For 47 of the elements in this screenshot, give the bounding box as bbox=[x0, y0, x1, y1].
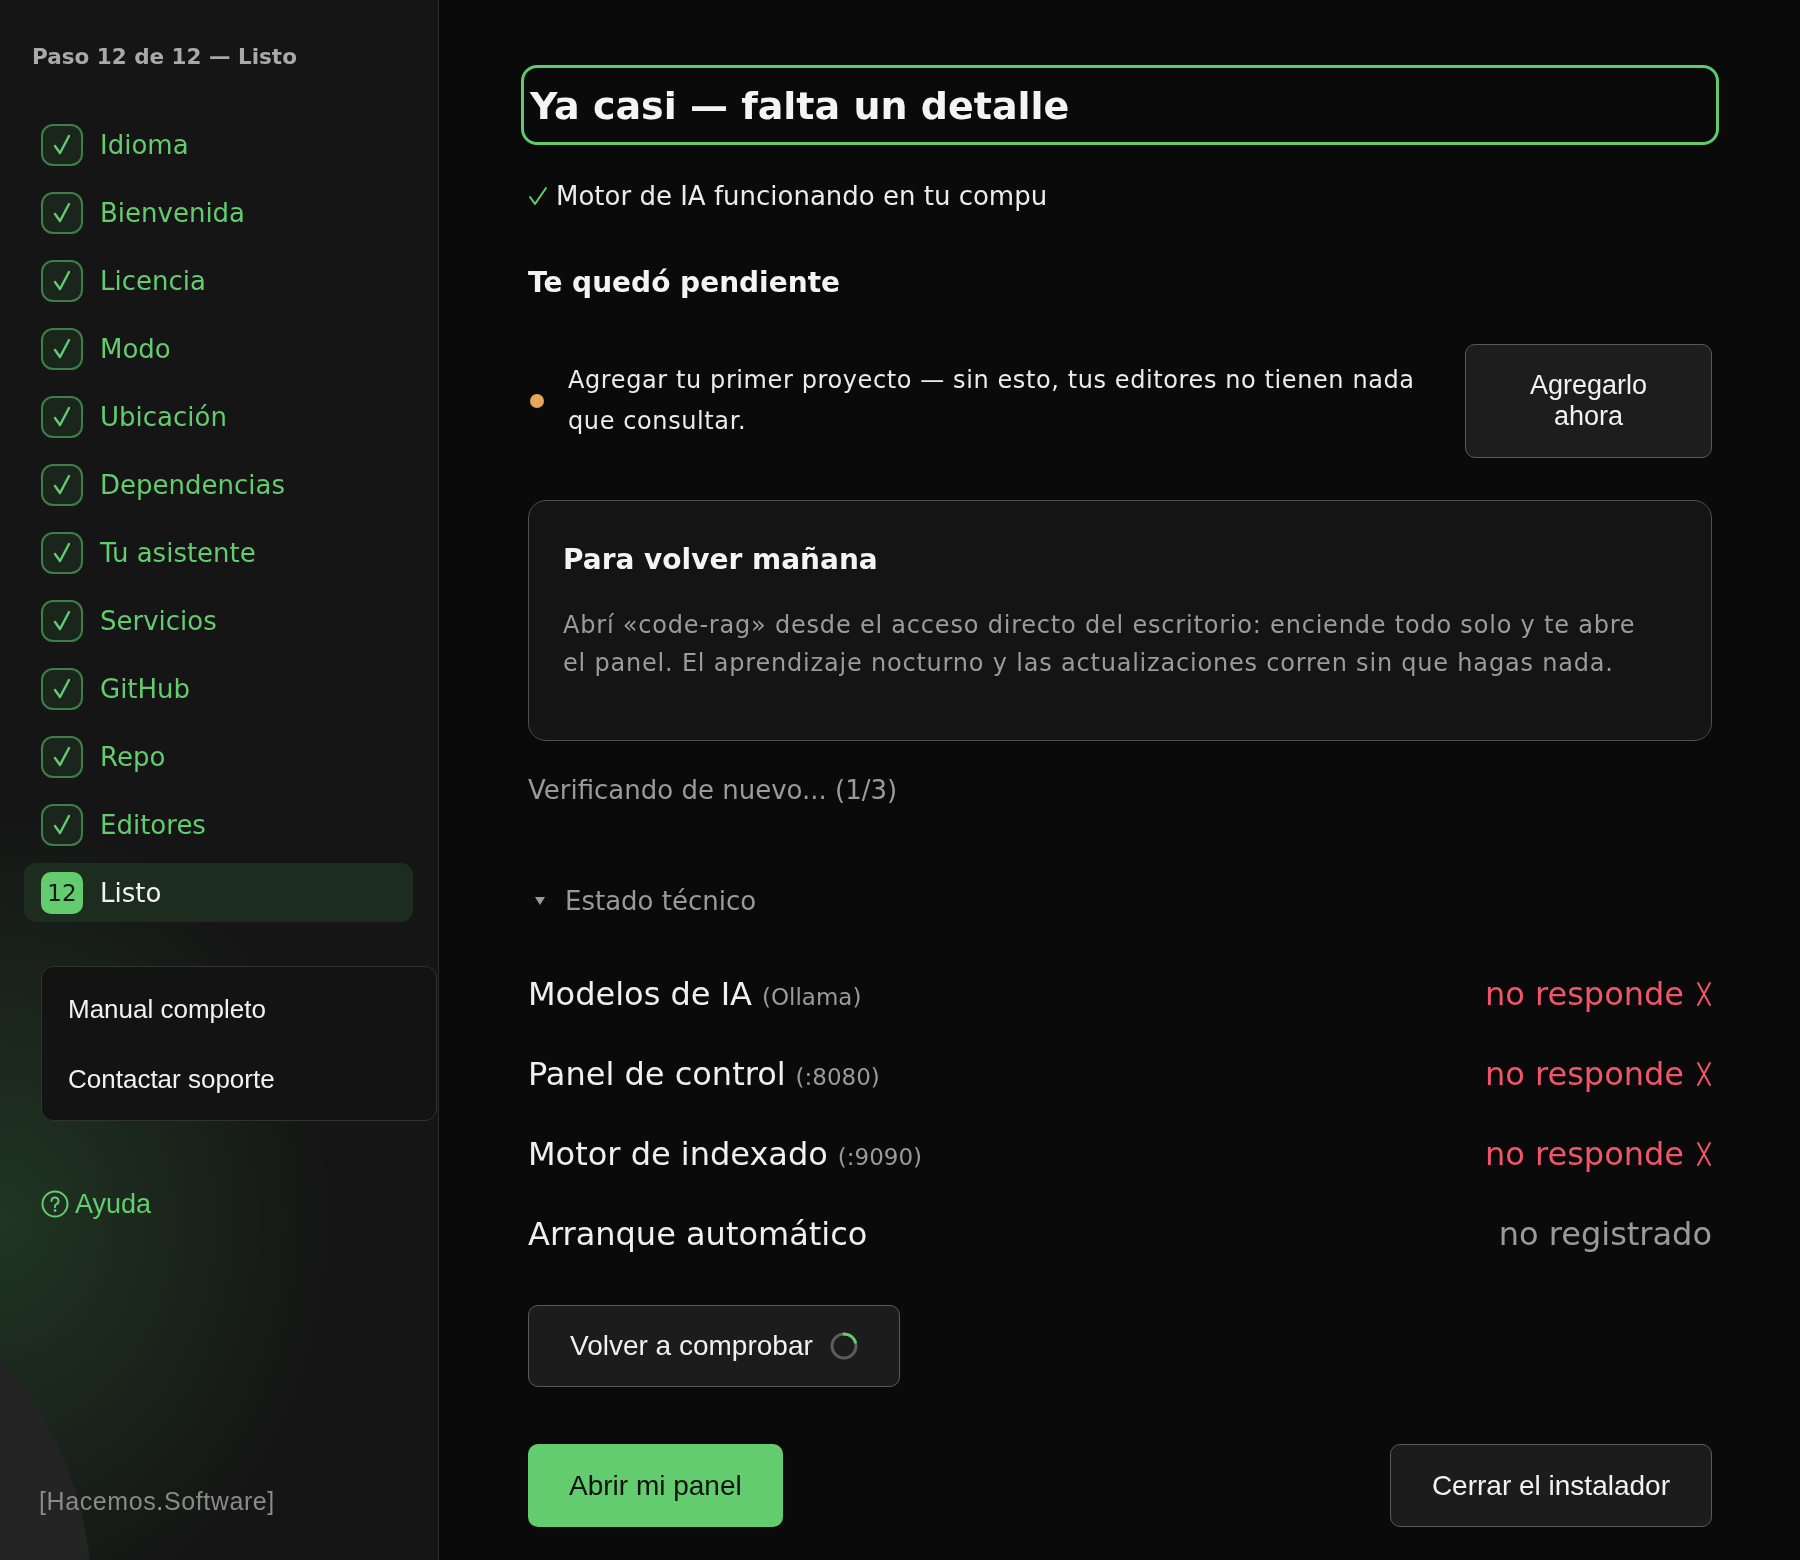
status-value: no responde bbox=[1485, 975, 1684, 1013]
step-item[interactable]: GitHub bbox=[24, 659, 413, 718]
step-item[interactable]: Idioma bbox=[24, 115, 413, 174]
help-icon bbox=[41, 1190, 69, 1218]
status-detail: (Ollama) bbox=[762, 984, 862, 1010]
step-item[interactable]: Ubicación bbox=[24, 387, 413, 446]
cross-icon bbox=[1696, 1061, 1712, 1087]
cross-icon bbox=[1696, 1141, 1712, 1167]
recheck-button[interactable]: Volver a comprobar bbox=[528, 1305, 900, 1387]
step-item[interactable]: Editores bbox=[24, 795, 413, 854]
cross-icon bbox=[1696, 981, 1712, 1007]
step-item[interactable]: Dependencias bbox=[24, 455, 413, 514]
help-link[interactable]: Ayuda bbox=[41, 1189, 152, 1219]
status-detail: (:8080) bbox=[795, 1064, 880, 1090]
step-item[interactable]: Modo bbox=[24, 319, 413, 378]
pending-task-text: Agregar tu primer proyecto — sin esto, tus editores no tienen nada que consultar. bbox=[568, 365, 1416, 437]
step-item[interactable]: Servicios bbox=[24, 591, 413, 650]
step-item[interactable]: Licencia bbox=[24, 251, 413, 310]
status-dot-icon bbox=[530, 394, 544, 408]
status-label: Panel de control bbox=[528, 1055, 786, 1093]
step-item[interactable]: Tu asistente bbox=[24, 523, 413, 582]
menu-item[interactable]: Contactar soporte bbox=[42, 1044, 436, 1114]
step-counter: Paso 12 de 12 — Listo bbox=[32, 44, 298, 70]
section-heading: Te quedó pendiente bbox=[528, 265, 842, 301]
status-label: Arranque automático bbox=[528, 1215, 868, 1253]
status-value: no registrado bbox=[1498, 1215, 1712, 1253]
details-toggle[interactable]: Estado técnico bbox=[528, 884, 757, 918]
step-item[interactable]: Bienvenida bbox=[24, 183, 413, 242]
card-text: Abrí «code-rag» desde el acceso directo del escritorio: enciende todo solo y te abre el panel. El aprendizaje nocturno y las actualizaciones corren sin que hagas nada. bbox=[563, 610, 1637, 679]
recheck-status: Verificando de nuevo... (1/3) bbox=[528, 774, 899, 807]
brand-logo: [Hacemos.Software] bbox=[39, 1487, 275, 1515]
status-detail: (:9090) bbox=[837, 1144, 923, 1170]
menu-item[interactable]: Manual completo bbox=[42, 974, 436, 1044]
status-message: Motor de IA funcionando en tu compu bbox=[556, 180, 1048, 212]
add-now-button[interactable]: Agregarlo ahora bbox=[1465, 344, 1712, 458]
caret-icon bbox=[535, 897, 545, 905]
page-title: Ya casi — falta un detalle bbox=[521, 65, 1719, 145]
status-label: Modelos de IA bbox=[528, 975, 752, 1013]
step-number: 12 bbox=[41, 871, 83, 914]
step-item[interactable]: Repo bbox=[24, 727, 413, 786]
primary-button[interactable]: Abrir mi panel bbox=[528, 1444, 783, 1527]
step-item[interactable]: 12 Listo bbox=[24, 863, 413, 922]
secondary-button[interactable]: Cerrar el instalador bbox=[1389, 1444, 1712, 1527]
status-value: no responde bbox=[1485, 1135, 1684, 1173]
status-label: Motor de indexado bbox=[528, 1135, 828, 1173]
status-value: no responde bbox=[1485, 1055, 1684, 1093]
card-title: Para volver mañana bbox=[563, 542, 879, 578]
